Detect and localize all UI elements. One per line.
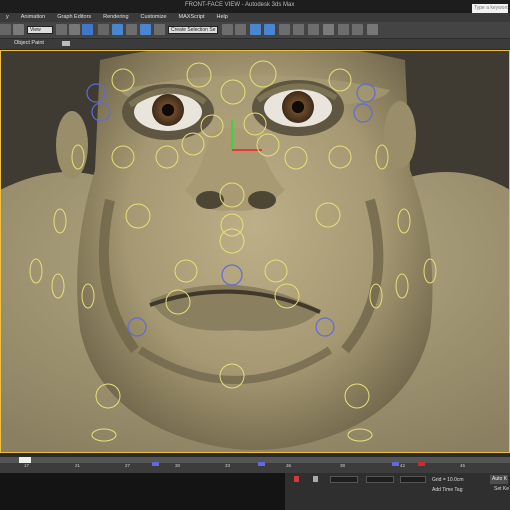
maxscript-listener[interactable] xyxy=(0,473,285,510)
mirror-icon[interactable] xyxy=(222,24,233,35)
viewport-render xyxy=(0,50,510,453)
reference-coord-icon[interactable] xyxy=(112,24,123,35)
frame-tick: 45 xyxy=(460,463,466,468)
object-paint-tab[interactable]: Object Paint xyxy=(14,40,44,46)
keyframe-selected[interactable] xyxy=(418,462,425,466)
y-coord-field[interactable] xyxy=(366,476,394,483)
main-toolbar: View Create Selection Se xyxy=(0,22,510,39)
menu-graph-editors[interactable]: Graph Editors xyxy=(51,13,97,22)
toggle-ribbon-icon[interactable] xyxy=(279,24,290,35)
keyframe[interactable] xyxy=(392,462,399,466)
material-editor-icon[interactable] xyxy=(323,24,334,35)
grid-readout: Grid = 10.0cm xyxy=(432,477,464,483)
frame-tick: 17 xyxy=(24,463,30,468)
menu-help[interactable]: Help xyxy=(211,13,234,22)
frame-tick: 42 xyxy=(400,463,406,468)
redo-icon[interactable] xyxy=(0,24,11,35)
named-selection-set-dropdown[interactable]: Create Selection Se xyxy=(168,26,218,34)
timeline[interactable]: 17 21 27 30 33 36 38 42 45 xyxy=(0,457,510,473)
render-teapot-icon[interactable] xyxy=(367,24,378,35)
add-time-tag[interactable]: Add Time Tag xyxy=(432,487,462,493)
auto-key-button[interactable]: Auto K xyxy=(490,475,508,484)
menu-edit[interactable]: y xyxy=(0,13,15,22)
menu-bar: y Animation Graph Editors Rendering Cust… xyxy=(0,13,510,22)
select-link-icon[interactable] xyxy=(13,24,24,35)
menu-animation[interactable]: Animation xyxy=(15,13,51,22)
z-coord-field[interactable] xyxy=(400,476,426,483)
menu-customize[interactable]: Customize xyxy=(135,13,173,22)
ribbon-panel: Object Paint xyxy=(0,39,510,50)
set-key-button[interactable]: Set Ke xyxy=(494,486,509,492)
frame-tick: 33 xyxy=(225,463,231,468)
pivot-center-icon[interactable] xyxy=(126,24,137,35)
perspective-viewport[interactable] xyxy=(0,50,510,453)
isolate-icon[interactable] xyxy=(313,476,318,482)
selection-filter-dropdown[interactable]: View xyxy=(27,26,53,34)
layer-manager-icon[interactable] xyxy=(264,24,275,35)
schematic-view-icon[interactable] xyxy=(308,24,319,35)
align-icon[interactable] xyxy=(235,24,246,35)
select-object-icon[interactable] xyxy=(56,24,67,35)
ribbon-dropdown-icon[interactable] xyxy=(62,41,70,46)
lock-icon[interactable] xyxy=(294,476,299,482)
curve-editor-icon[interactable] xyxy=(293,24,304,35)
window-title: FRONT-FACE VIEW - Autodesk 3ds Max xyxy=(185,2,295,8)
keyframe[interactable] xyxy=(152,462,159,466)
render-setup-icon[interactable] xyxy=(338,24,349,35)
track-bar[interactable]: 17 21 27 30 33 36 38 42 45 xyxy=(0,462,510,473)
rendered-frame-icon[interactable] xyxy=(352,24,363,35)
angle-snap-icon[interactable] xyxy=(154,24,165,35)
window-title-bar: FRONT-FACE VIEW - Autodesk 3ds Max Type … xyxy=(0,0,510,13)
menu-rendering[interactable]: Rendering xyxy=(97,13,134,22)
select-move-icon[interactable] xyxy=(69,24,80,35)
status-bar: Grid = 10.0cm Add Time Tag Auto K Set Ke xyxy=(0,473,510,510)
select-scale-icon[interactable] xyxy=(98,24,109,35)
frame-tick: 27 xyxy=(125,463,131,468)
keyframe[interactable] xyxy=(258,462,265,466)
layer-explorer-icon[interactable] xyxy=(250,24,261,35)
frame-tick: 36 xyxy=(286,463,292,468)
select-rotate-icon[interactable] xyxy=(82,24,93,35)
search-input[interactable]: Type a keyword or xyxy=(472,4,508,13)
menu-maxscript[interactable]: MAXScript xyxy=(173,13,211,22)
x-coord-field[interactable] xyxy=(330,476,358,483)
frame-tick: 30 xyxy=(175,463,181,468)
snap-toggle-icon[interactable] xyxy=(140,24,151,35)
frame-tick: 21 xyxy=(75,463,81,468)
frame-tick: 38 xyxy=(340,463,346,468)
